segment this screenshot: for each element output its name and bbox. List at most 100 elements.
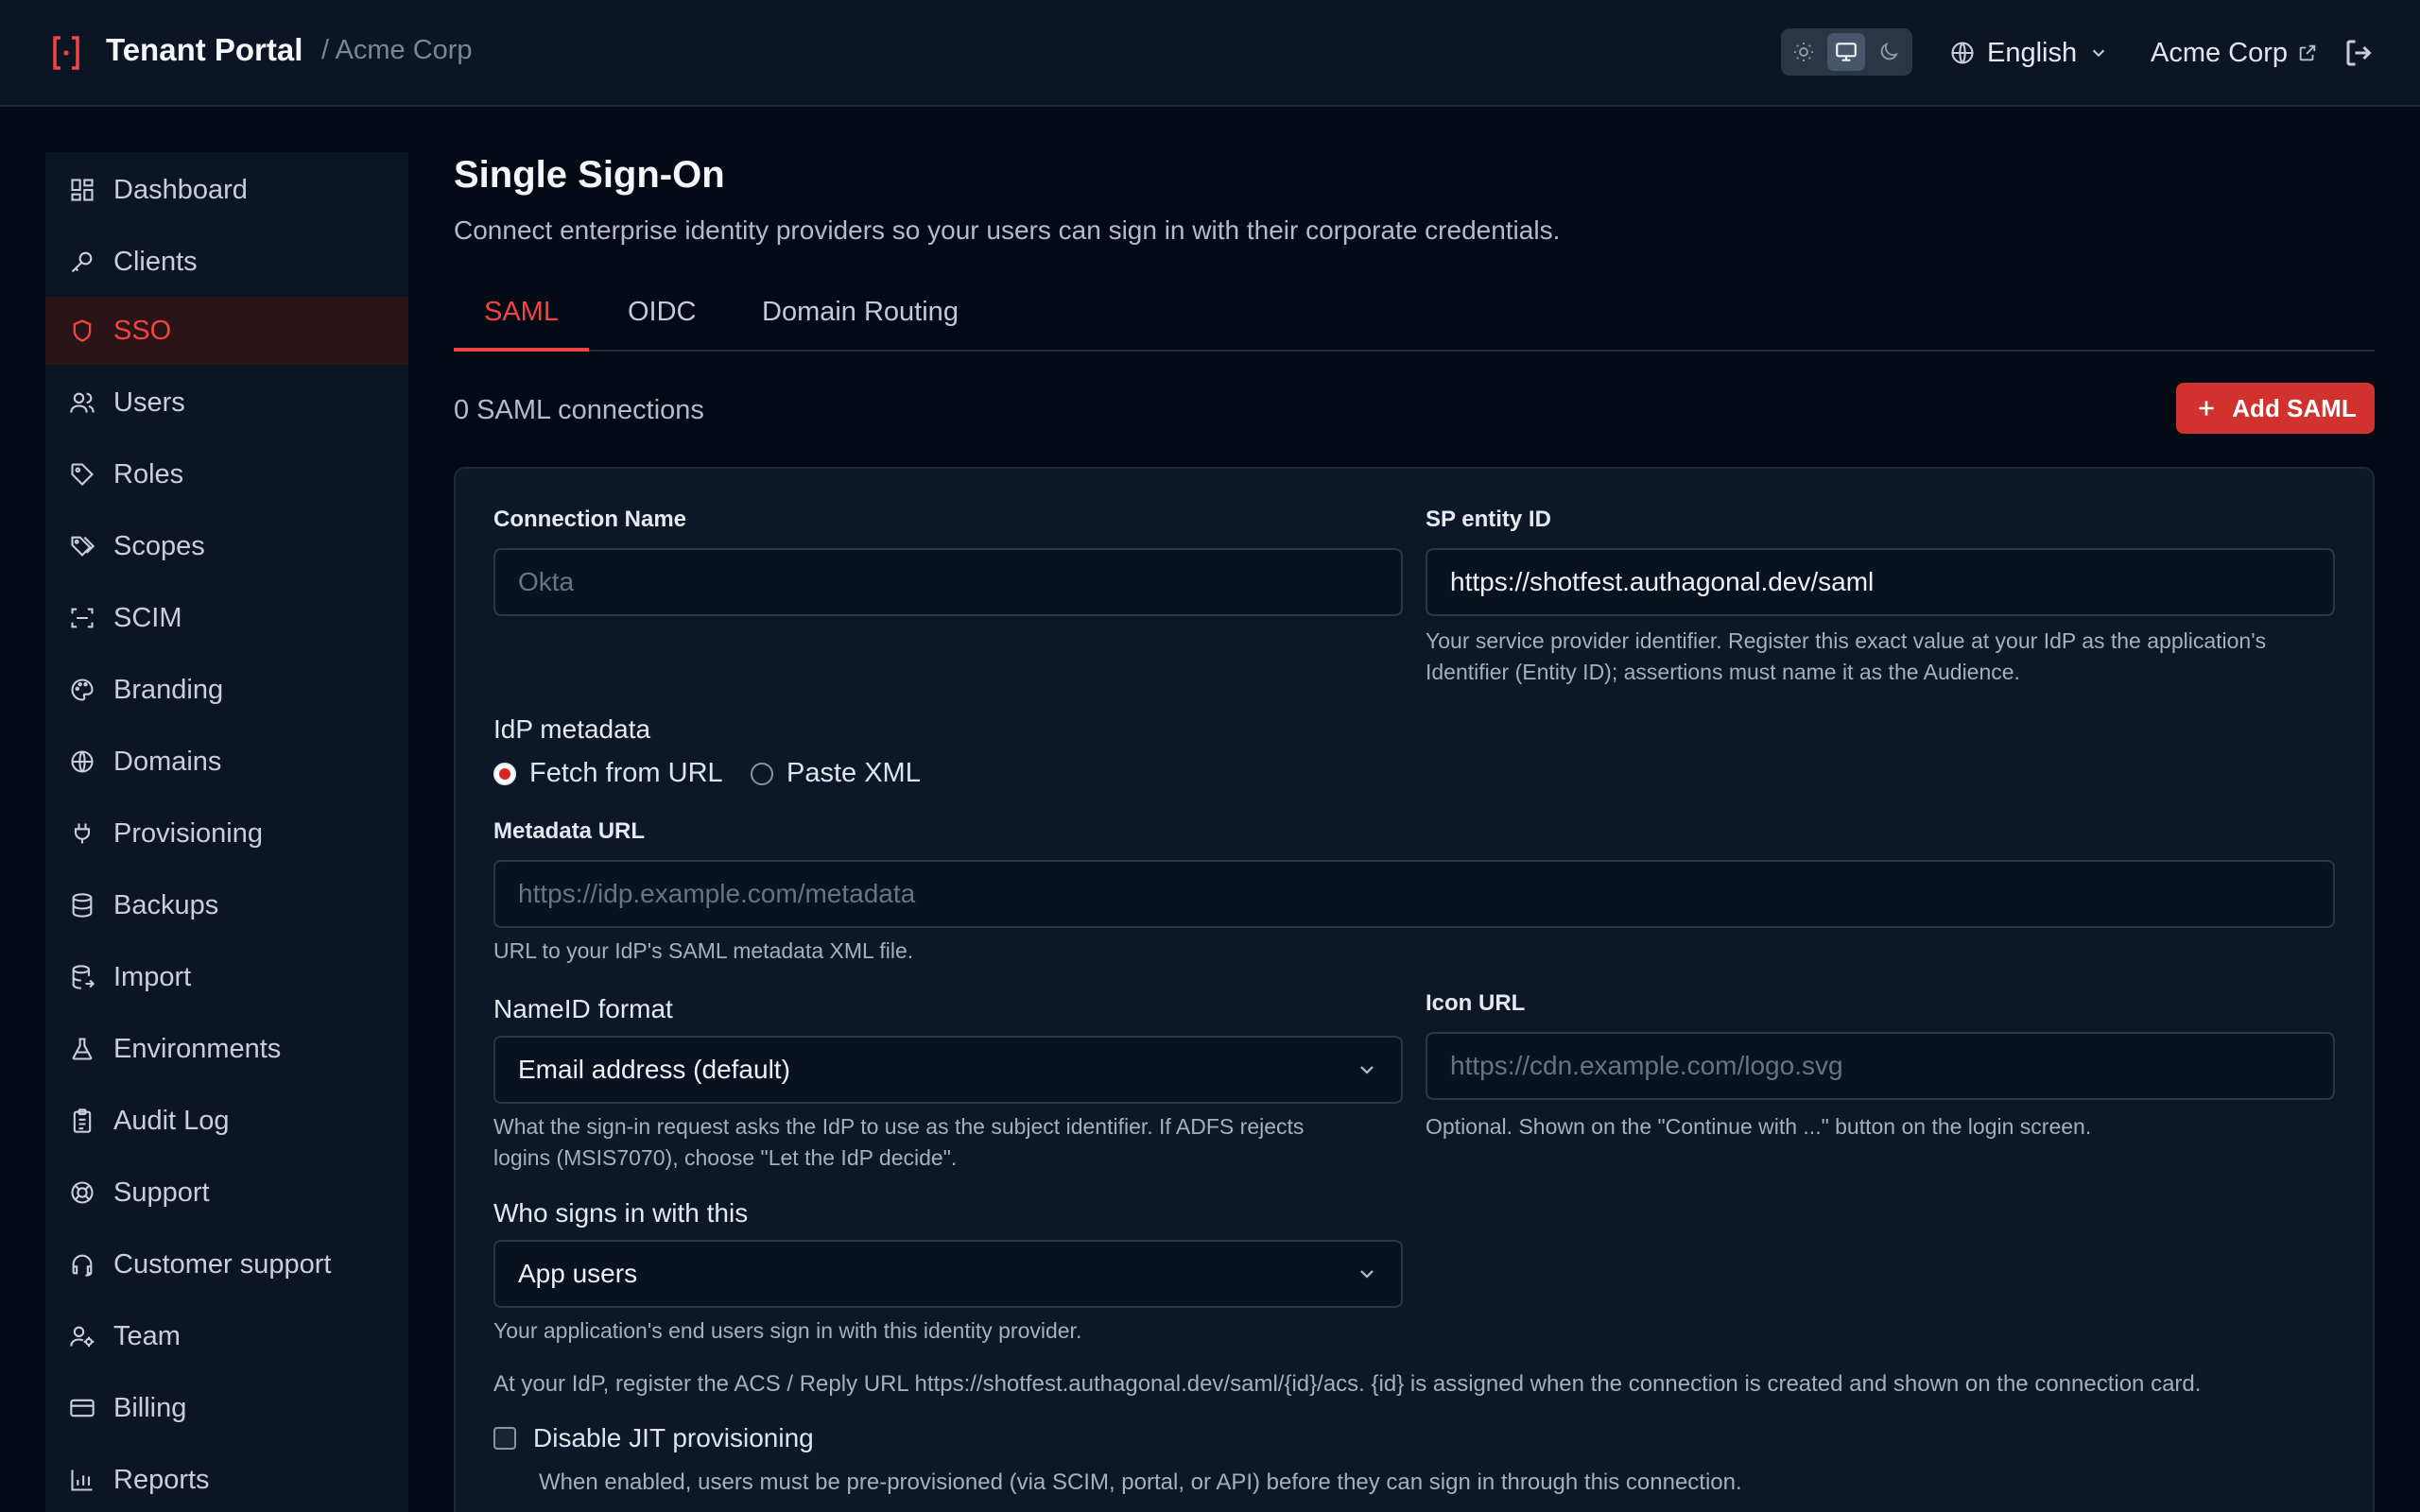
app-title[interactable]: Tenant Portal bbox=[106, 32, 302, 68]
monitor-icon bbox=[1836, 43, 1857, 61]
language-label: English bbox=[1987, 37, 2078, 68]
sidebar-item-label: Roles bbox=[113, 458, 184, 490]
sidebar-item-scim[interactable]: SCIM bbox=[45, 584, 408, 652]
sidebar-item-domains[interactable]: Domains bbox=[45, 728, 408, 796]
sidebar-item-label: Reports bbox=[113, 1464, 210, 1495]
sidebar-item-audit-log[interactable]: Audit Log bbox=[45, 1087, 408, 1155]
icon-url-label: Icon URL bbox=[1426, 990, 1526, 1016]
globe-icon bbox=[1951, 42, 1974, 64]
team-icon bbox=[68, 1322, 96, 1350]
nameid-format-select[interactable]: Email address (default) bbox=[493, 1036, 1403, 1104]
connection-name-label: Connection Name bbox=[493, 507, 687, 532]
page-title: Single Sign-On bbox=[454, 154, 725, 196]
sidebar-item-import[interactable]: Import bbox=[45, 943, 408, 1011]
metadata-url-help: URL to your IdP's SAML metadata XML file… bbox=[493, 938, 914, 963]
tab-domain-routing[interactable]: Domain Routing bbox=[762, 297, 959, 352]
dashboard-icon bbox=[68, 176, 96, 204]
icon-url-input[interactable]: https://cdn.example.com/logo.svg bbox=[1426, 1032, 2335, 1100]
sidebar-item-dashboard[interactable]: Dashboard bbox=[45, 156, 408, 224]
sidebar-item-roles[interactable]: Roles bbox=[45, 440, 408, 508]
moon-icon bbox=[1880, 43, 1898, 60]
plug-icon bbox=[68, 819, 96, 848]
sidebar-item-label: Customer support bbox=[113, 1248, 332, 1280]
checkbox-unchecked-icon bbox=[493, 1427, 516, 1450]
sidebar-item-customer-support[interactable]: Customer support bbox=[45, 1230, 408, 1298]
language-select[interactable]: English bbox=[1949, 32, 2109, 74]
tenant-external-link[interactable]: Acme Corp bbox=[2151, 32, 2318, 74]
external-link-icon bbox=[2299, 44, 2316, 61]
bar-chart-icon bbox=[68, 1466, 96, 1494]
tab-saml[interactable]: SAML bbox=[454, 297, 589, 352]
connection-count: 0 SAML connections bbox=[454, 395, 704, 425]
logout-icon[interactable] bbox=[2342, 36, 2377, 70]
sidebar-item-reports[interactable]: Reports bbox=[45, 1446, 408, 1512]
sidebar-item-support[interactable]: Support bbox=[45, 1159, 408, 1227]
chevron-down-icon bbox=[2092, 49, 2105, 58]
sidebar-item-billing[interactable]: Billing bbox=[45, 1374, 408, 1442]
metadata-url-label: Metadata URL bbox=[493, 818, 646, 844]
sidebar: Dashboard Clients SSO Users Roles Scopes… bbox=[45, 152, 408, 1512]
users-icon bbox=[68, 388, 96, 417]
system-theme-button[interactable] bbox=[1827, 33, 1865, 71]
who-signs-in-select[interactable]: App users bbox=[493, 1240, 1403, 1308]
idp-metadata-label: IdP metadata bbox=[493, 714, 651, 744]
radio-fetch-from-url[interactable]: Fetch from URL bbox=[493, 758, 723, 789]
sp-entity-help: Your service provider identifier. Regist… bbox=[1426, 626, 2352, 688]
disable-jit-help: When enabled, users must be pre-provisio… bbox=[539, 1469, 1742, 1495]
sidebar-item-users[interactable]: Users bbox=[45, 369, 408, 437]
sidebar-item-label: Environments bbox=[113, 1033, 282, 1064]
tags-icon bbox=[68, 532, 96, 560]
database-import-icon bbox=[68, 963, 96, 991]
shield-icon bbox=[68, 317, 96, 345]
sp-entity-input[interactable]: https://shotfest.authagonal.dev/saml bbox=[1426, 548, 2335, 616]
sidebar-item-provisioning[interactable]: Provisioning bbox=[45, 799, 408, 868]
sidebar-item-clients[interactable]: Clients bbox=[45, 228, 408, 296]
sidebar-item-label: SCIM bbox=[113, 602, 182, 633]
add-saml-button[interactable]: Add SAML bbox=[2176, 383, 2375, 434]
scan-icon bbox=[68, 604, 96, 632]
who-signs-in-help: Your application's end users sign in wit… bbox=[493, 1318, 1082, 1343]
flask-icon bbox=[68, 1035, 96, 1063]
sun-icon bbox=[1794, 43, 1813, 61]
headset-icon bbox=[68, 1250, 96, 1279]
disable-jit-checkbox[interactable]: Disable JIT provisioning bbox=[493, 1423, 814, 1453]
tag-icon bbox=[68, 460, 96, 489]
sidebar-item-label: Scopes bbox=[113, 530, 205, 561]
page-subtitle: Connect enterprise identity providers so… bbox=[454, 215, 1561, 245]
dark-theme-button[interactable] bbox=[1870, 33, 1908, 71]
database-icon bbox=[68, 891, 96, 919]
connection-name-input[interactable]: Okta bbox=[493, 548, 1403, 616]
icon-url-help: Optional. Shown on the "Continue with ..… bbox=[1426, 1114, 2092, 1139]
radio-unchecked-icon bbox=[751, 762, 773, 785]
sp-entity-label: SP entity ID bbox=[1426, 507, 1551, 532]
sidebar-item-scopes[interactable]: Scopes bbox=[45, 512, 408, 580]
sidebar-item-environments[interactable]: Environments bbox=[45, 1015, 408, 1083]
disable-jit-label: Disable JIT provisioning bbox=[533, 1423, 814, 1452]
tab-bar: SAML OIDC Domain Routing bbox=[454, 284, 2375, 352]
acs-url-note: At your IdP, register the ACS / Reply UR… bbox=[493, 1371, 2202, 1397]
sp-entity-value: https://shotfest.authagonal.dev/saml bbox=[1450, 567, 1875, 596]
sidebar-item-team[interactable]: Team bbox=[45, 1302, 408, 1370]
light-theme-button[interactable] bbox=[1785, 33, 1823, 71]
nameid-format-label: NameID format bbox=[493, 994, 673, 1023]
sidebar-item-label: Import bbox=[113, 961, 192, 992]
sidebar-item-label: Backups bbox=[113, 889, 219, 920]
chevron-down-icon bbox=[1360, 1270, 1374, 1279]
sidebar-item-backups[interactable]: Backups bbox=[45, 871, 408, 939]
palette-icon bbox=[68, 676, 96, 704]
brand-logo-icon[interactable] bbox=[51, 34, 81, 72]
theme-switcher bbox=[1781, 28, 1912, 76]
credit-card-icon bbox=[68, 1394, 96, 1422]
radio-paste-xml[interactable]: Paste XML bbox=[751, 758, 921, 789]
sidebar-item-label: Branding bbox=[113, 674, 224, 705]
sidebar-item-label: Audit Log bbox=[113, 1105, 230, 1136]
metadata-url-input[interactable]: https://idp.example.com/metadata bbox=[493, 860, 2335, 928]
tab-oidc[interactable]: OIDC bbox=[628, 297, 697, 352]
radio-checked-icon bbox=[493, 762, 516, 785]
nameid-format-help: What the sign-in request asks the IdP to… bbox=[493, 1111, 1420, 1174]
sidebar-item-branding[interactable]: Branding bbox=[45, 656, 408, 724]
tenant-breadcrumb: / Acme Corp bbox=[321, 35, 473, 65]
metadata-url-placeholder: https://idp.example.com/metadata bbox=[518, 879, 916, 908]
sidebar-item-sso[interactable]: SSO bbox=[45, 297, 408, 365]
key-icon bbox=[68, 248, 96, 276]
